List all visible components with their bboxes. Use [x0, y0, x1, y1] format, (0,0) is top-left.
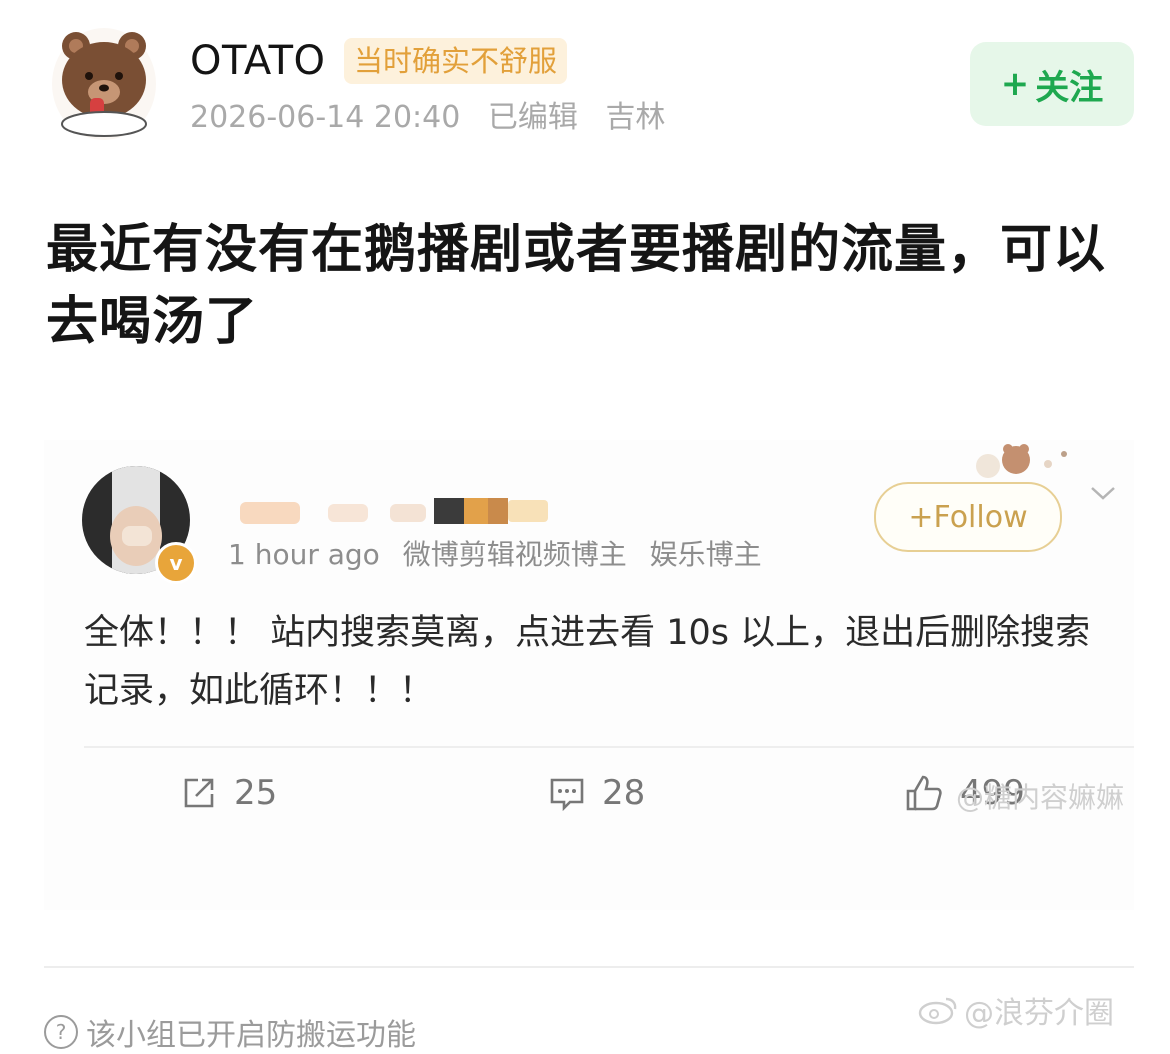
- plus-icon: +: [1000, 64, 1030, 104]
- thumbs-up-icon: [906, 775, 942, 811]
- post-body-text: 最近有没有在鹅播剧或者要播剧的流量，可以去喝汤了: [46, 220, 1107, 352]
- anti-repost-notice: ? 该小组已开启防搬运功能: [44, 1010, 416, 1054]
- comment-count: 28: [602, 773, 646, 813]
- divider: [44, 966, 1134, 968]
- bear-avatar-icon: [61, 32, 147, 137]
- verified-badge-icon: v: [155, 542, 197, 584]
- weibo-logo-icon: [918, 997, 957, 1025]
- embedded-tag-1: 微博剪辑视频博主: [402, 538, 627, 571]
- author-avatar[interactable]: [52, 28, 156, 140]
- question-icon: ?: [44, 1015, 78, 1049]
- post-edited-label: 已编辑: [487, 100, 578, 135]
- author-name[interactable]: OTATO: [190, 36, 326, 86]
- embedded-tag-2: 娱乐博主: [649, 538, 762, 571]
- weibo-watermark-text: @浪芬介圈: [964, 996, 1114, 1031]
- author-status-tag: 当时确实不舒服: [344, 38, 568, 84]
- embedded-time: 1 hour ago: [228, 538, 380, 571]
- embedded-watermark: @糖内容嫲嫲: [956, 781, 1125, 814]
- share-icon: [184, 778, 214, 808]
- repost-count: 25: [234, 773, 278, 813]
- comment-button[interactable]: 28: [548, 770, 645, 816]
- anti-repost-notice-text: 该小组已开启防搬运功能: [86, 1018, 416, 1053]
- bear-sticker-icon: [968, 440, 1080, 484]
- embedded-follow-button[interactable]: +Follow: [874, 482, 1062, 552]
- embedded-meta: 1 hour ago 微博剪辑视频博主 娱乐博主: [228, 538, 776, 572]
- follow-label: 关注: [1035, 67, 1104, 108]
- repost-button[interactable]: 25: [180, 770, 277, 816]
- embedded-author-name-blurred: [240, 494, 550, 528]
- post-location: 吉林: [605, 100, 666, 135]
- weibo-watermark: @浪芬介圈: [918, 988, 1114, 1032]
- follow-button[interactable]: + 关注: [970, 42, 1134, 126]
- comment-icon: [550, 778, 584, 812]
- embedded-body-text: 全体！！！ 站内搜索莫离，点进去看 10s 以上，退出后删除搜索记录，如此循环！…: [84, 613, 1091, 711]
- chevron-down-icon[interactable]: [1088, 478, 1118, 508]
- divider: [84, 746, 1134, 748]
- post-meta: 2026-06-14 20:40 已编辑 吉林: [190, 98, 683, 138]
- post-datetime: 2026-06-14 20:40: [190, 100, 461, 135]
